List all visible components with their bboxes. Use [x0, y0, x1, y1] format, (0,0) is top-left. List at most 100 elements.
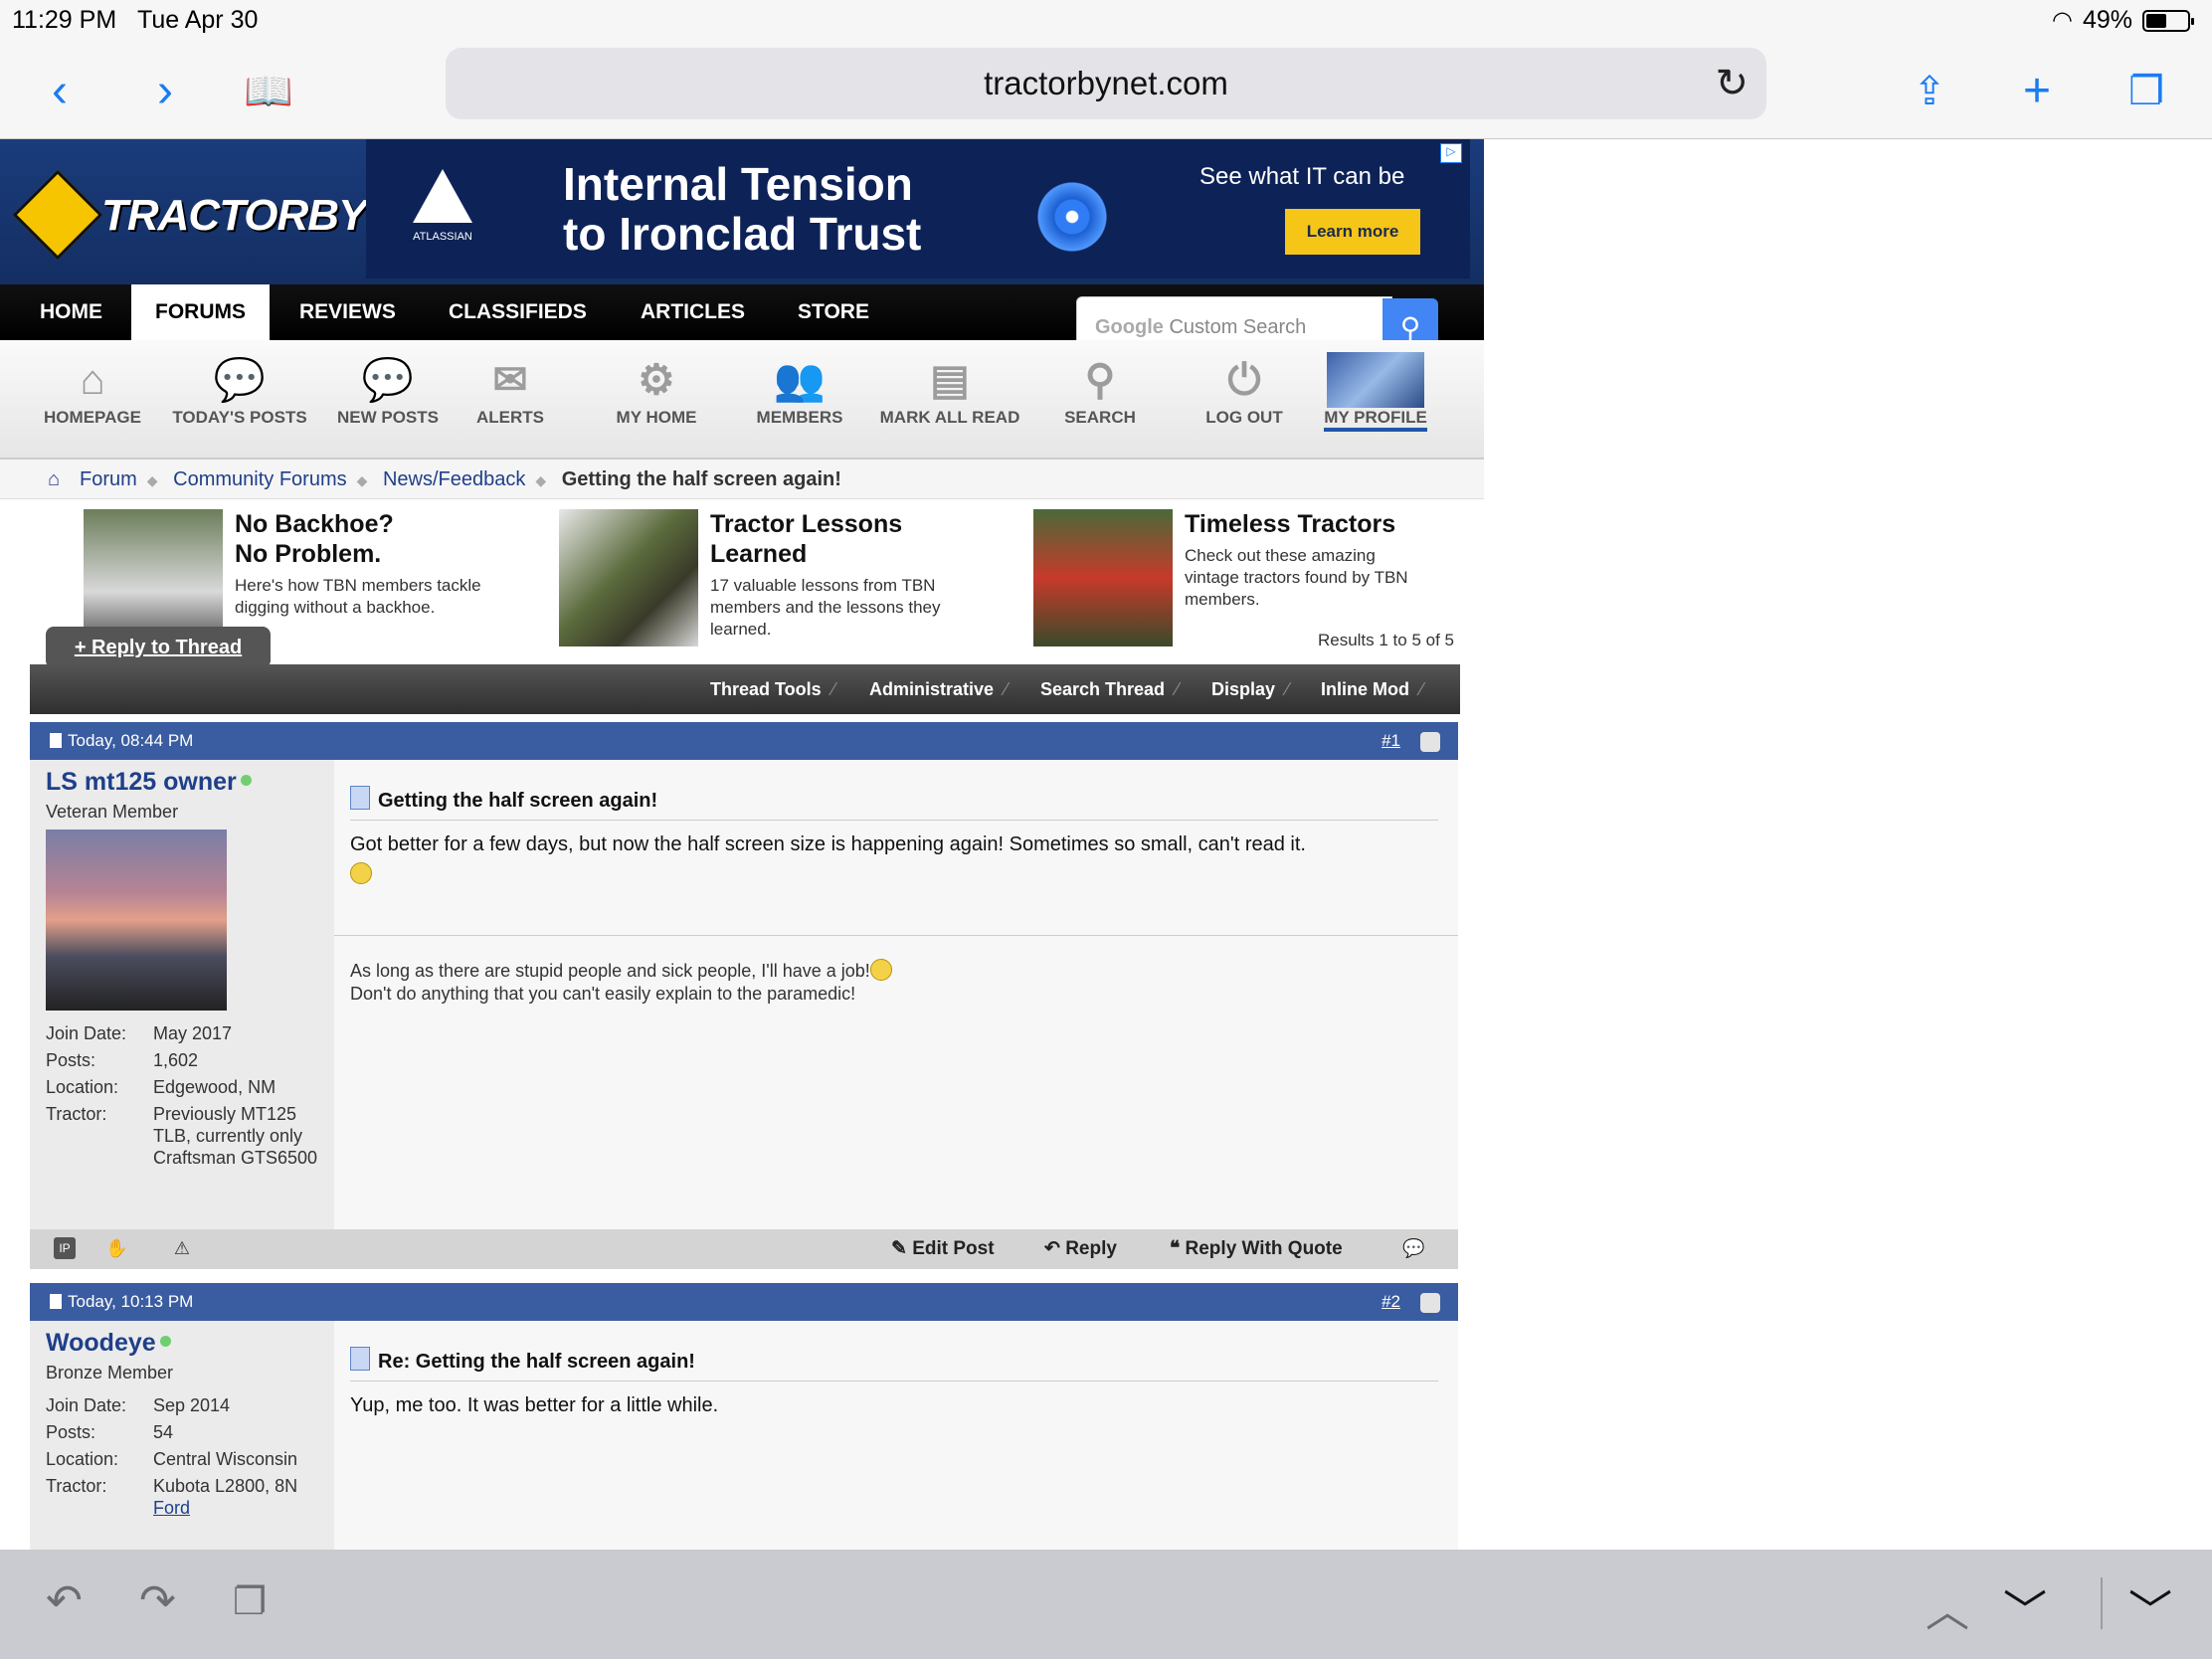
promo-tractor-lessons[interactable]: Tractor Lessons Learned 17 valuable lesso… [559, 509, 1016, 648]
posts-label: Posts: [46, 1050, 96, 1070]
reload-icon[interactable]: ↻ [1715, 48, 1749, 119]
username[interactable]: LS mt125 owner [46, 768, 252, 797]
nav-classifieds[interactable]: CLASSIFIEDS [425, 284, 611, 340]
nav-forums[interactable]: FORUMS [131, 284, 270, 340]
home-icon[interactable]: ⌂ [48, 460, 60, 499]
username[interactable]: Woodeye [46, 1329, 171, 1358]
url-text: tractorbynet.com [984, 65, 1228, 101]
user-avatar[interactable] [46, 830, 227, 1011]
post-title: Getting the half screen again! [350, 786, 657, 813]
subnav-members[interactable]: 👥 MEMBERS [725, 352, 874, 428]
subnav-log-out[interactable]: ⏻ LOG OUT [1170, 352, 1319, 428]
post-number[interactable]: #1 [1382, 722, 1400, 760]
subnav-my-profile[interactable]: MY PROFILE [1301, 352, 1450, 432]
share-icon[interactable]: ⇪ [1900, 62, 1959, 121]
reputation-icon[interactable]: ✋ [105, 1237, 127, 1259]
toolbar-divider [2101, 1577, 2103, 1629]
undo-icon[interactable]: ↶ [46, 1575, 83, 1626]
battery-icon [2142, 9, 2194, 32]
web-page: TRACTORBYNET ATLASSIAN Internal Tension t… [0, 139, 1484, 1550]
bookmarks-icon[interactable]: 📖 [239, 62, 298, 121]
post-number[interactable]: #2 [1382, 1283, 1400, 1321]
redo-icon[interactable]: ↷ [139, 1575, 176, 1626]
thread-toolbar: Thread Tools Administrative Search Threa… [30, 664, 1460, 714]
subnav-homepage[interactable]: ⌂ HOMEPAGE [18, 352, 167, 428]
breadcrumb-news-feedback[interactable]: News/Feedback [383, 468, 525, 490]
breadcrumb-forum[interactable]: Forum [80, 468, 137, 490]
nav-reviews[interactable]: REVIEWS [276, 284, 420, 340]
ad-headline: Internal Tension to Ironclad Trust [563, 158, 922, 260]
site-logo[interactable]: TRACTORBYNET [12, 169, 452, 261]
profile-avatar [1327, 352, 1424, 408]
envelope-icon: ✉ [492, 356, 528, 403]
results-count: Results 1 to 5 of 5 [1317, 631, 1454, 649]
reply-to-thread-button[interactable]: + Reply to Thread [46, 627, 271, 668]
post-doc-icon [50, 733, 62, 748]
reply-button[interactable]: ↶ Reply [1044, 1229, 1117, 1269]
reply-with-quote-button[interactable]: ❝ Reply With Quote [1170, 1229, 1343, 1269]
ad-brand: ATLASSIAN [408, 169, 477, 243]
tractor-label: Tractor: [46, 1104, 107, 1124]
paste-icon[interactable]: ❐ [233, 1579, 267, 1624]
post-title-divider [350, 820, 1438, 821]
dismiss-keyboard-icon[interactable]: ﹀ [2128, 1575, 2172, 1639]
subnav-search[interactable]: ⚲ SEARCH [1025, 352, 1175, 428]
ip-icon[interactable]: IP [54, 1237, 76, 1259]
promo-description: Check out these amazing vintage tractors… [1185, 546, 1408, 609]
display-menu[interactable]: Display [1211, 664, 1289, 714]
new-tab-icon[interactable]: + [2007, 62, 2067, 121]
thread-tools-menu[interactable]: Thread Tools [710, 664, 835, 714]
location-label: Location: [46, 1077, 119, 1097]
post-title-divider [350, 1381, 1438, 1382]
tractor-link[interactable]: Ford [153, 1498, 190, 1518]
previous-field-icon[interactable]: ︿ [1926, 1575, 1969, 1639]
adchoices-icon[interactable]: ▷ [1440, 143, 1462, 163]
administrative-menu[interactable]: Administrative [869, 664, 1008, 714]
promo-description: Here's how TBN members tackle digging wi… [235, 576, 481, 617]
tractor-label: Tractor: [46, 1476, 107, 1496]
search-thread-menu[interactable]: Search Thread [1040, 664, 1179, 714]
user-rank: Veteran Member [46, 802, 179, 822]
promo-timeless-tractors[interactable]: Timeless Tractors Check out these amazin… [1033, 509, 1484, 648]
nav-store[interactable]: STORE [774, 284, 893, 340]
join-date-value: May 2017 [153, 1023, 233, 1043]
ad-cta-button[interactable]: Learn more [1285, 209, 1420, 255]
user-details: Join Date: Sep 2014 Posts: 54 Location: Cen… [46, 1392, 328, 1519]
post-header: Today, 08:44 PM #1 [30, 722, 1458, 760]
nav-home[interactable]: HOME [16, 284, 126, 340]
battery-fill [2146, 13, 2166, 28]
battery-percent: 49% [2082, 6, 2132, 34]
post-title-icon [350, 786, 370, 810]
forward-icon[interactable]: › [135, 62, 195, 121]
forum-subnav: ⌂ HOMEPAGE 💬 TODAY'S POSTS 💬 NEW POSTS ✉ ALE… [0, 340, 1484, 460]
tabs-icon[interactable]: ❐ [2117, 62, 2176, 121]
next-field-icon[interactable]: ﹀ [2003, 1575, 2047, 1639]
breadcrumb: ⌂ Forum ◆ Community Forums ◆ News/Feedback… [0, 460, 1484, 499]
ad-tagline: See what IT can be [1199, 163, 1405, 190]
location-label: Location: [46, 1449, 119, 1469]
post-select-checkbox[interactable] [1420, 1293, 1440, 1313]
atlassian-logo-icon [413, 169, 472, 223]
inline-mod-menu[interactable]: Inline Mod [1321, 664, 1423, 714]
multi-quote-icon[interactable]: 💬 [1402, 1237, 1424, 1259]
subnav-my-home[interactable]: ⚙ MY HOME [582, 352, 731, 428]
status-time: 11:29 PM Tue Apr 30 [12, 6, 259, 34]
banner-ad[interactable]: ATLASSIAN Internal Tension to Ironclad Tr… [366, 139, 1470, 278]
back-icon[interactable]: ‹ [30, 62, 90, 121]
address-bar[interactable]: tractorbynet.com ↻ [446, 48, 1766, 119]
edit-post-button[interactable]: ✎ Edit Post [891, 1229, 995, 1269]
post-signature: As long as there are stupid people and s… [350, 959, 892, 1006]
nav-articles[interactable]: ARTICLES [617, 284, 769, 340]
posts-label: Posts: [46, 1422, 96, 1442]
tractor-value: Kubota L2800, 8N Ford [153, 1476, 298, 1518]
report-icon[interactable]: ⚠ [171, 1237, 193, 1259]
post-select-checkbox[interactable] [1420, 732, 1440, 752]
join-date-value: Sep 2014 [153, 1395, 231, 1415]
subnav-todays-posts[interactable]: 💬 TODAY'S POSTS [165, 352, 314, 428]
breadcrumb-community-forums[interactable]: Community Forums [173, 468, 346, 490]
post-header: Today, 10:13 PM #2 [30, 1283, 1458, 1321]
post-body: Re: Getting the half screen again! Yup, … [334, 1321, 1458, 1550]
post-title: Re: Getting the half screen again! [350, 1347, 695, 1374]
subnav-alerts[interactable]: ✉ ALERTS [436, 352, 585, 428]
subnav-mark-all-read[interactable]: ▤ MARK ALL READ [875, 352, 1024, 428]
